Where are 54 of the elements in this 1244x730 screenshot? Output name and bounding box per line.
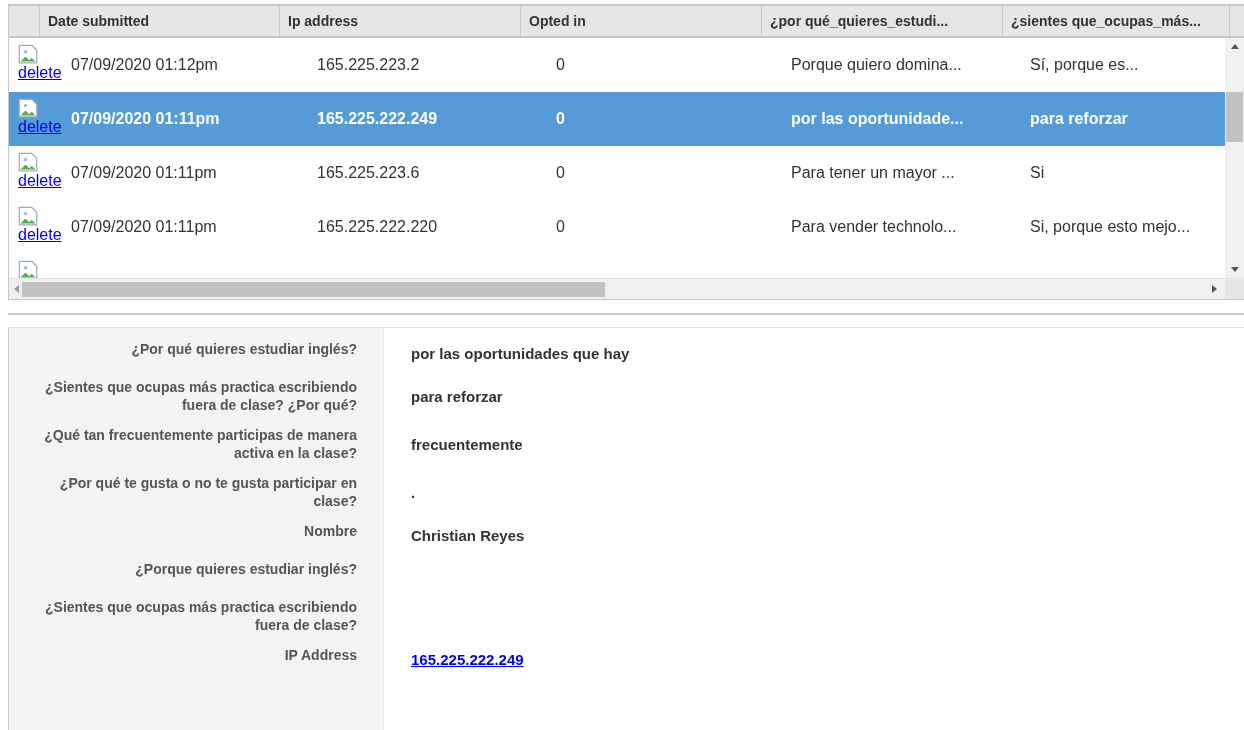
field-value: frecuentemente: [411, 435, 523, 453]
column-header[interactable]: ¿sientes que_ocupas_más...: [1003, 6, 1230, 36]
field-label: ¿Por qué te gusta o no te gusta participar en clase?: [59, 475, 357, 509]
scrollbar-thumb[interactable]: [22, 281, 605, 297]
scrollbar-thumb[interactable]: [1226, 92, 1243, 142]
field-value: .: [411, 483, 416, 501]
field-label: ¿Sientes que ocupas más practica escribiendo fuera de clase? ¿Por qué?: [45, 379, 357, 413]
column-header[interactable]: Opted in: [521, 6, 762, 36]
table-cell-text: por las oportunidade...: [790, 109, 965, 129]
scroll-up-icon[interactable]: [1229, 42, 1240, 52]
field-value: por las oportunidades que hay: [411, 344, 630, 362]
scroll-down-icon[interactable]: [1229, 264, 1240, 274]
table-cell-text: Para tener un mayor ...: [790, 163, 956, 183]
broken-image-icon: [18, 152, 38, 172]
table-cell-text: 0: [555, 55, 566, 75]
field-value: Christian Reyes: [411, 526, 525, 544]
field-label: ¿Porque quieres estudiar inglés?: [135, 561, 357, 577]
table-cell-text: Para vender technolo...: [790, 217, 958, 237]
column-header[interactable]: ¿por qué_quieres_estudi...: [762, 6, 1003, 36]
table-cell-text: 07/09/2020 01:11pm: [71, 163, 218, 183]
broken-image-icon: [18, 206, 38, 226]
table-cell-text: 0: [555, 163, 566, 183]
field-label: ¿Qué tan frecuentemente participas de manera activa en la clase?: [44, 427, 357, 461]
horizontal-scrollbar[interactable]: [9, 278, 1244, 299]
field-label: Nombre: [304, 523, 357, 539]
table-cell-text: 07/09/2020 01:12pm: [71, 55, 219, 75]
column-header[interactable]: Date submitted: [40, 6, 280, 36]
ip-link[interactable]: 165.225.222.249: [411, 650, 524, 668]
field-label: IP Address: [284, 647, 357, 663]
field-label: ¿Por qué quieres estudiar inglés?: [131, 341, 357, 357]
delete-link[interactable]: delete: [18, 64, 62, 82]
table-cell-text: Si: [1029, 163, 1046, 183]
table-cell-text: Si, porque esto mejo...: [1029, 217, 1192, 237]
table-cell-text: para reforzar: [1029, 109, 1129, 129]
scroll-left-icon[interactable]: [12, 284, 22, 294]
table-cell-text: Porque quiero domina...: [790, 55, 963, 75]
table-cell-text: 165.225.223.6: [316, 163, 421, 183]
field-label: ¿Sientes que ocupas más practica escribiendo fuera de clase?: [45, 599, 357, 633]
scroll-right-icon[interactable]: [1209, 284, 1219, 294]
vertical-scrollbar[interactable]: [1225, 38, 1244, 278]
broken-image-icon: [18, 44, 38, 64]
field-value: para reforzar: [411, 387, 503, 405]
broken-image-icon: [18, 98, 38, 118]
column-header[interactable]: Ip address: [280, 6, 521, 36]
table-cell-text: 165.225.223.2: [316, 55, 421, 75]
table-cell-text: 07/09/2020 01:11pm: [71, 109, 221, 129]
delete-link[interactable]: delete: [18, 172, 62, 190]
table-cell-text: 165.225.222.249: [316, 109, 439, 129]
table-cell-text: 0: [555, 109, 566, 129]
table-cell-text: Sí, porque es...: [1029, 55, 1140, 75]
table-cell-text: 0: [555, 217, 566, 237]
table-cell-text: 165.225.222.220: [316, 217, 439, 237]
delete-link[interactable]: delete: [18, 226, 62, 244]
table-cell-text: 07/09/2020 01:11pm: [71, 217, 218, 237]
